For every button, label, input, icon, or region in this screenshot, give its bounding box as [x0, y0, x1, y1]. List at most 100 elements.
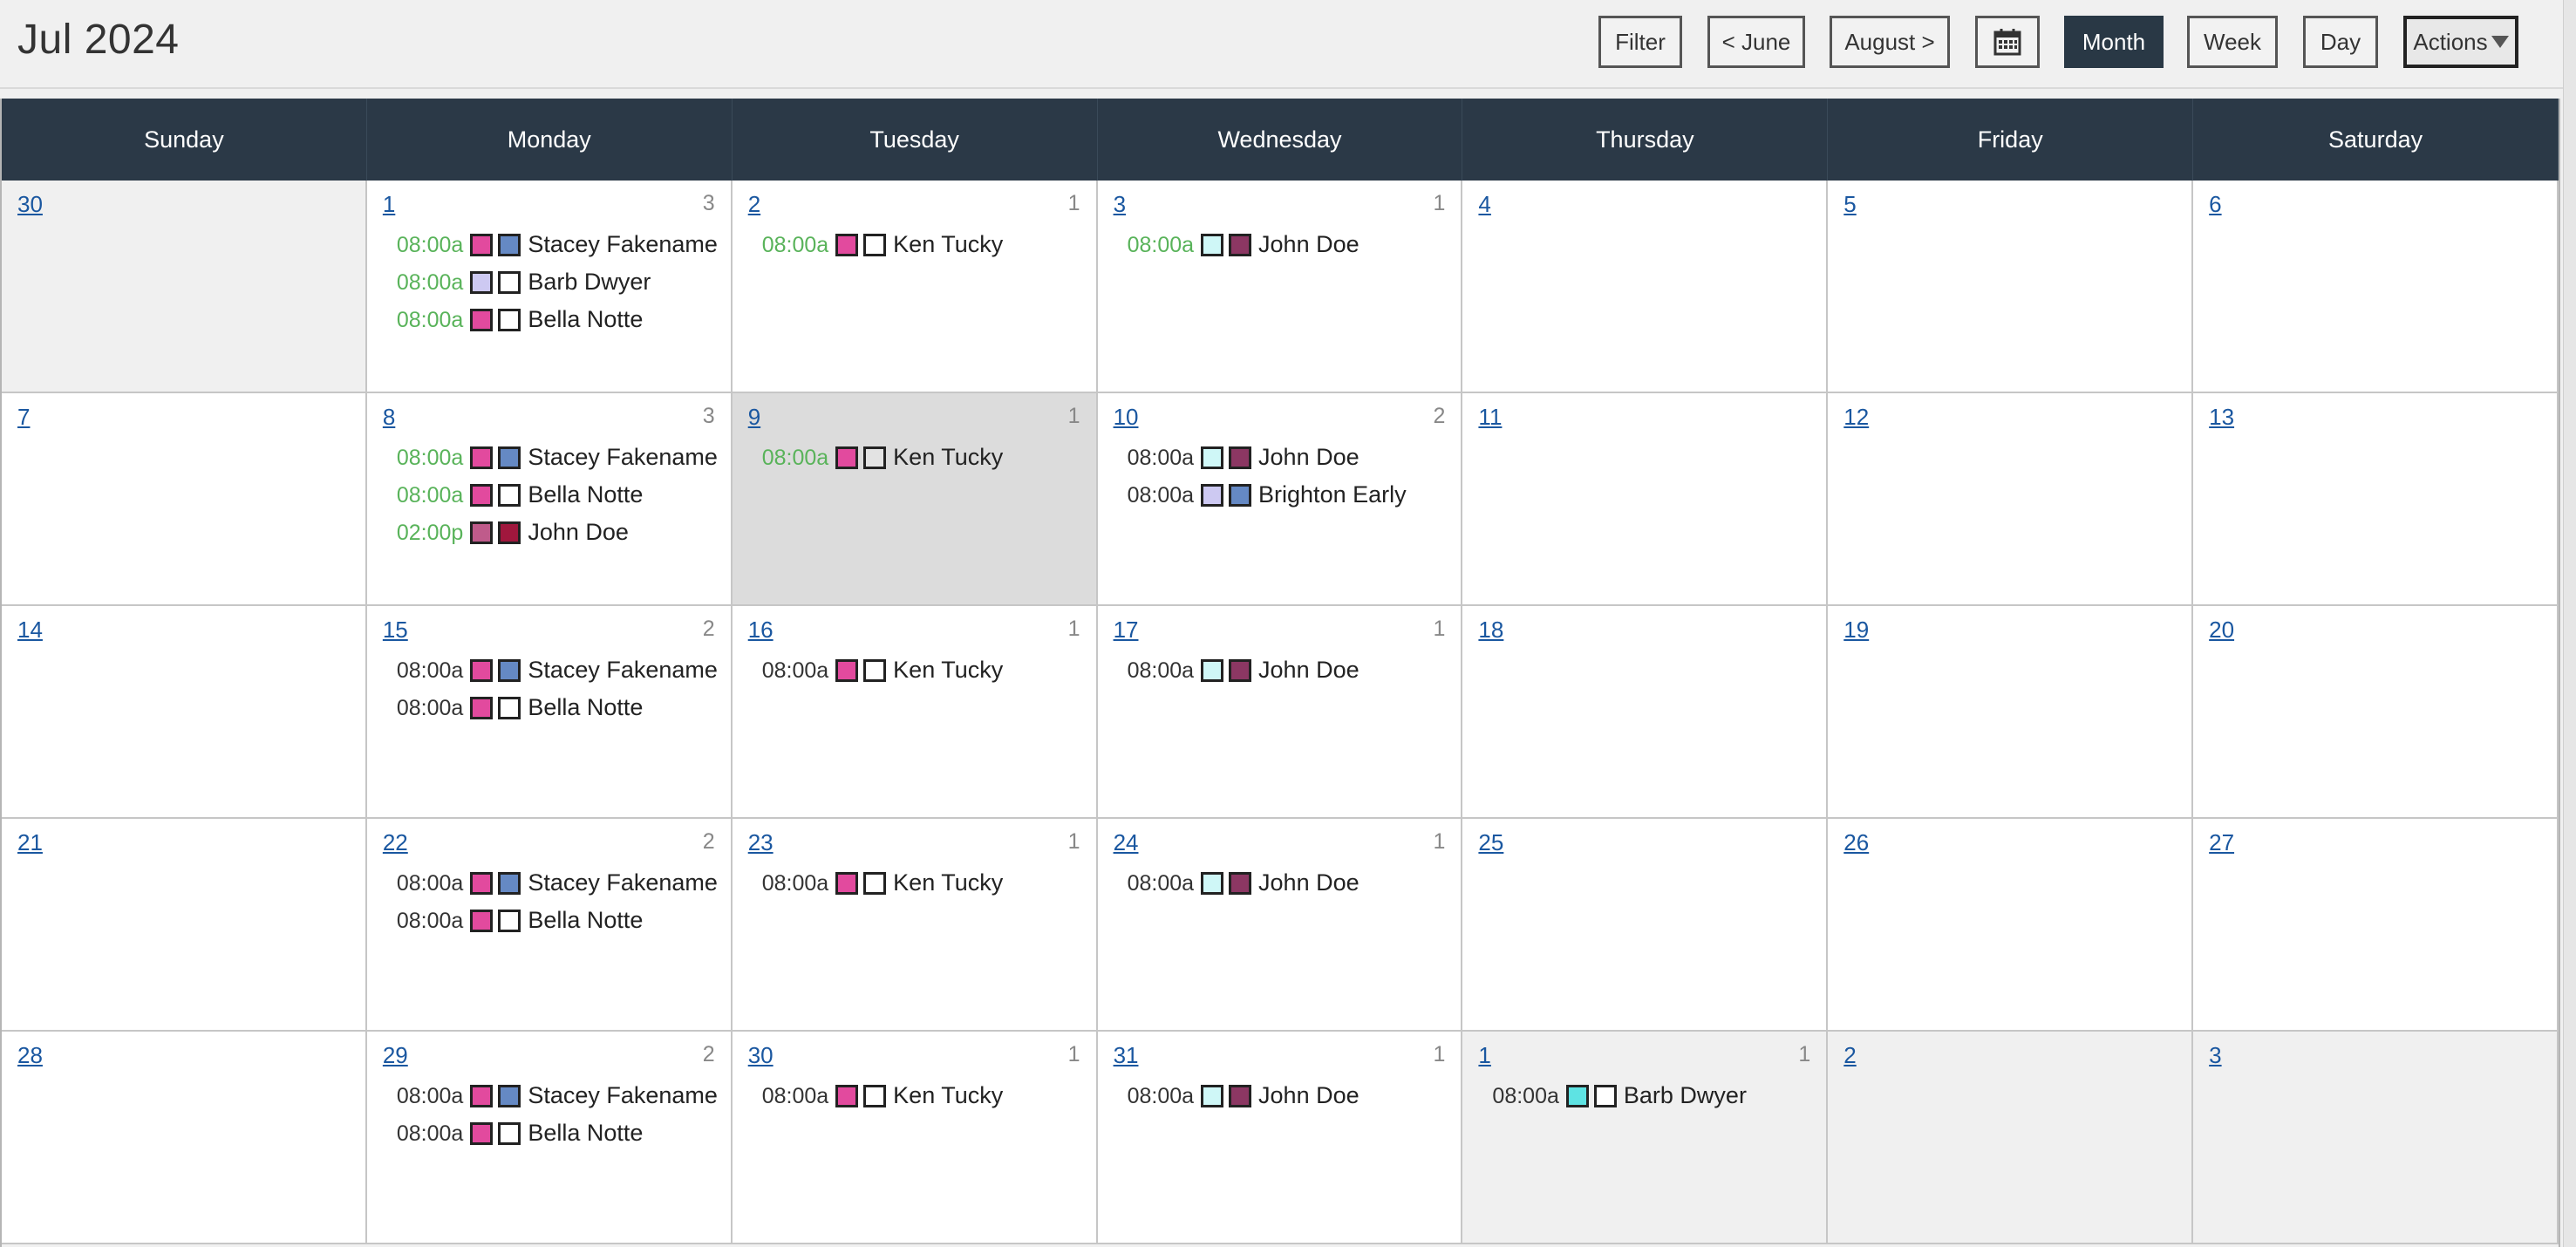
day-number-link[interactable]: 21 — [17, 829, 43, 856]
day-cell[interactable]: 18 — [1462, 606, 1829, 819]
day-cell[interactable]: 2 1 08:00a Ken Tucky — [732, 181, 1098, 393]
day-number-link[interactable]: 10 — [1114, 404, 1139, 431]
day-cell[interactable]: 1 3 08:00a Stacey Fakename 08:00a Barb Dwyer 0… — [366, 181, 733, 393]
day-cell[interactable]: 10 2 08:00a John Doe 08:00a Brighton Early — [1097, 393, 1463, 606]
actions-menu-button[interactable]: Actions — [2403, 16, 2518, 68]
calendar-event[interactable]: 08:00a John Doe — [1128, 226, 1453, 263]
day-cell[interactable]: 7 — [2, 393, 367, 606]
day-number-link[interactable]: 18 — [1478, 617, 1503, 644]
day-cell[interactable]: 21 — [2, 819, 367, 1032]
day-cell[interactable]: 12 — [1828, 393, 2194, 606]
vertical-scrollbar[interactable] — [2563, 0, 2576, 1247]
calendar-event[interactable]: 08:00a John Doe — [1128, 864, 1453, 902]
day-cell[interactable]: 30 — [2, 181, 367, 393]
day-cell[interactable]: 9 1 08:00a Ken Tucky — [732, 393, 1098, 606]
date-picker-button[interactable] — [1975, 16, 2040, 68]
calendar-event[interactable]: 08:00a Bella Notte — [397, 301, 722, 338]
day-cell[interactable]: 24 1 08:00a John Doe — [1097, 819, 1463, 1032]
day-number-link[interactable]: 30 — [748, 1042, 773, 1069]
day-number-link[interactable]: 5 — [1843, 191, 1856, 218]
calendar-event[interactable]: 08:00a Stacey Fakename — [397, 1077, 722, 1114]
calendar-event[interactable]: 08:00a Stacey Fakename — [397, 864, 722, 902]
day-cell[interactable]: 6 — [2193, 181, 2559, 393]
day-cell[interactable]: 11 — [1462, 393, 1829, 606]
calendar-event[interactable]: 08:00a Stacey Fakename — [397, 226, 722, 263]
day-cell[interactable]: 20 — [2193, 606, 2559, 819]
day-cell[interactable]: 31 1 08:00a John Doe — [1097, 1032, 1463, 1244]
calendar-event[interactable]: 02:00p John Doe — [397, 514, 722, 551]
day-number-link[interactable]: 1 — [383, 191, 395, 218]
calendar-event[interactable]: 08:00a Ken Tucky — [762, 226, 1087, 263]
calendar-event[interactable]: 08:00a Ken Tucky — [762, 1077, 1087, 1114]
day-number-link[interactable]: 2 — [1843, 1042, 1856, 1069]
day-cell[interactable]: 5 — [1828, 181, 2194, 393]
day-number-link[interactable]: 3 — [2209, 1042, 2221, 1069]
prev-month-button[interactable]: < June — [1707, 16, 1805, 68]
calendar-event[interactable]: 08:00a Brighton Early — [1128, 476, 1453, 514]
day-number-link[interactable]: 3 — [1114, 191, 1126, 218]
calendar-event[interactable]: 08:00a Bella Notte — [397, 1114, 722, 1152]
day-cell[interactable]: 14 — [2, 606, 367, 819]
day-number-link[interactable]: 1 — [1478, 1042, 1490, 1069]
day-number-link[interactable]: 7 — [17, 404, 30, 431]
day-cell[interactable]: 19 — [1828, 606, 2194, 819]
day-cell[interactable]: 8 3 08:00a Stacey Fakename 08:00a Bella Notte… — [366, 393, 733, 606]
calendar-event[interactable]: 08:00a Stacey Fakename — [397, 439, 722, 476]
day-cell[interactable]: 23 1 08:00a Ken Tucky — [732, 819, 1098, 1032]
day-cell[interactable]: 17 1 08:00a John Doe — [1097, 606, 1463, 819]
calendar-event[interactable]: 08:00a John Doe — [1128, 439, 1453, 476]
day-number-link[interactable]: 4 — [1478, 191, 1490, 218]
day-number-link[interactable]: 14 — [17, 617, 43, 644]
calendar-event[interactable]: 08:00a John Doe — [1128, 651, 1453, 689]
day-number-link[interactable]: 19 — [1843, 617, 1869, 644]
day-number-link[interactable]: 24 — [1114, 829, 1139, 856]
calendar-event[interactable]: 08:00a Bella Notte — [397, 902, 722, 939]
week-view-button[interactable]: Week — [2187, 16, 2278, 68]
month-view-button[interactable]: Month — [2064, 16, 2164, 68]
calendar-event[interactable]: 08:00a Ken Tucky — [762, 439, 1087, 476]
filter-button[interactable]: Filter — [1598, 16, 1682, 68]
next-month-button[interactable]: August > — [1830, 16, 1950, 68]
day-number-link[interactable]: 27 — [2209, 829, 2234, 856]
day-number-link[interactable]: 22 — [383, 829, 408, 856]
calendar-event[interactable]: 08:00a John Doe — [1128, 1077, 1453, 1114]
day-number-link[interactable]: 12 — [1843, 404, 1869, 431]
day-number-link[interactable]: 13 — [2209, 404, 2234, 431]
day-number-link[interactable]: 26 — [1843, 829, 1869, 856]
day-number-link[interactable]: 11 — [1478, 404, 1502, 431]
calendar-event[interactable]: 08:00a Ken Tucky — [762, 651, 1087, 689]
day-cell[interactable]: 28 — [2, 1032, 367, 1244]
day-cell[interactable]: 25 — [1462, 819, 1829, 1032]
day-number-link[interactable]: 2 — [748, 191, 760, 218]
day-cell[interactable]: 4 — [1462, 181, 1829, 393]
day-number-link[interactable]: 6 — [2209, 191, 2221, 218]
day-number-link[interactable]: 28 — [17, 1042, 43, 1069]
day-view-button[interactable]: Day — [2303, 16, 2378, 68]
day-cell[interactable]: 29 2 08:00a Stacey Fakename 08:00a Bella Nott… — [366, 1032, 733, 1244]
day-cell[interactable]: 16 1 08:00a Ken Tucky — [732, 606, 1098, 819]
day-cell[interactable]: 2 — [1828, 1032, 2194, 1244]
calendar-event[interactable]: 08:00a Stacey Fakename — [397, 651, 722, 689]
day-number-link[interactable]: 29 — [383, 1042, 408, 1069]
calendar-event[interactable]: 08:00a Bella Notte — [397, 689, 722, 726]
calendar-event[interactable]: 08:00a Bella Notte — [397, 476, 722, 514]
day-number-link[interactable]: 16 — [748, 617, 773, 644]
day-number-link[interactable]: 9 — [748, 404, 760, 431]
day-cell[interactable]: 26 — [1828, 819, 2194, 1032]
day-cell[interactable]: 15 2 08:00a Stacey Fakename 08:00a Bella Nott… — [366, 606, 733, 819]
day-number-link[interactable]: 30 — [17, 191, 43, 218]
day-number-link[interactable]: 20 — [2209, 617, 2234, 644]
calendar-event[interactable]: 08:00a Ken Tucky — [762, 864, 1087, 902]
day-number-link[interactable]: 25 — [1478, 829, 1503, 856]
day-number-link[interactable]: 8 — [383, 404, 395, 431]
day-cell[interactable]: 30 1 08:00a Ken Tucky — [732, 1032, 1098, 1244]
day-number-link[interactable]: 23 — [748, 829, 773, 856]
day-cell[interactable]: 3 1 08:00a John Doe — [1097, 181, 1463, 393]
day-cell[interactable]: 22 2 08:00a Stacey Fakename 08:00a Bella Nott… — [366, 819, 733, 1032]
day-cell[interactable]: 13 — [2193, 393, 2559, 606]
day-cell[interactable]: 3 — [2193, 1032, 2559, 1244]
day-number-link[interactable]: 17 — [1114, 617, 1139, 644]
day-number-link[interactable]: 15 — [383, 617, 408, 644]
day-cell[interactable]: 27 — [2193, 819, 2559, 1032]
day-cell[interactable]: 1 1 08:00a Barb Dwyer — [1462, 1032, 1829, 1244]
